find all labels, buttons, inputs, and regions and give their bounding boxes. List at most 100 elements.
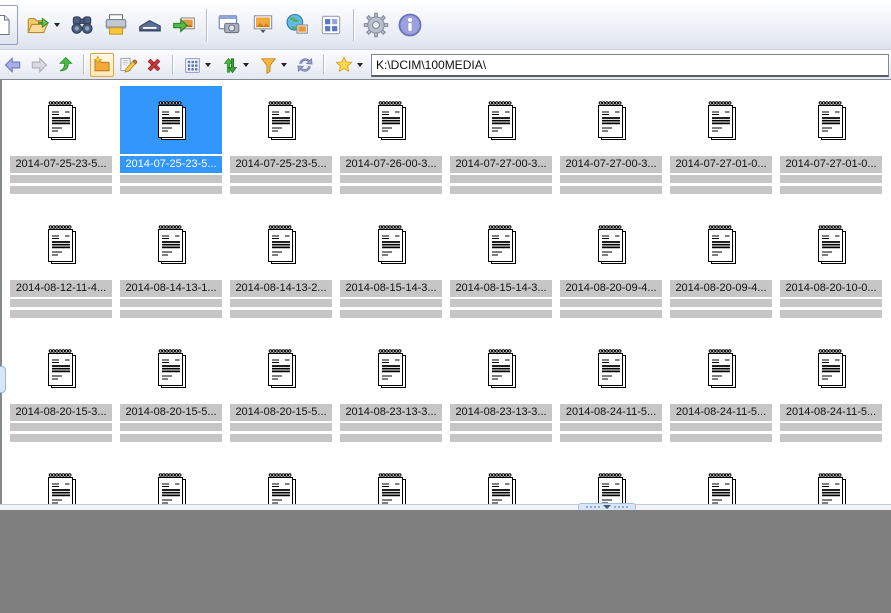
- notepad-file-icon: [268, 473, 296, 504]
- filter-dropdown[interactable]: [281, 63, 287, 67]
- rename-button[interactable]: [116, 53, 140, 77]
- left-splitter-handle[interactable]: [0, 366, 6, 393]
- file-item[interactable]: [6, 458, 116, 504]
- file-item[interactable]: 2014-08-20-15-5...: [226, 334, 336, 458]
- settings-button[interactable]: [360, 5, 392, 45]
- notepad-file-icon: [488, 225, 516, 264]
- file-item[interactable]: 2014-07-27-01-0...: [666, 86, 776, 210]
- file-item[interactable]: 2014-08-14-13-2...: [226, 210, 336, 334]
- file-item[interactable]: 2014-08-15-14-3...: [446, 210, 556, 334]
- find-button[interactable]: [66, 5, 98, 45]
- file-item[interactable]: 2014-08-20-10-0...: [776, 210, 886, 334]
- forward-button[interactable]: [27, 53, 51, 77]
- file-item[interactable]: [336, 458, 446, 504]
- file-name: 2014-07-27-00-3...: [450, 156, 552, 173]
- file-item[interactable]: [116, 458, 226, 504]
- notepad-file-icon: [598, 101, 626, 140]
- view-mode-dropdown[interactable]: [205, 63, 211, 67]
- notepad-file-icon: [818, 473, 846, 504]
- file-item[interactable]: [226, 458, 336, 504]
- file-meta-bar: [10, 186, 112, 194]
- screen-capture-button[interactable]: [213, 5, 245, 45]
- file-item[interactable]: 2014-08-23-13-3...: [336, 334, 446, 458]
- sort-dropdown[interactable]: [243, 63, 249, 67]
- file-item[interactable]: 2014-08-14-13-1...: [116, 210, 226, 334]
- slideshow-button[interactable]: [247, 5, 279, 45]
- notepad-file-icon: [818, 225, 846, 264]
- file-item[interactable]: 2014-07-25-23-5...: [6, 86, 116, 210]
- file-icon-area: [560, 210, 662, 278]
- file-item[interactable]: [666, 458, 776, 504]
- file-meta-bar: [670, 175, 772, 183]
- file-icon-area: [780, 458, 882, 504]
- file-name: 2014-08-15-14-3...: [450, 280, 552, 297]
- notepad-file-icon: [598, 225, 626, 264]
- file-item[interactable]: [556, 458, 666, 504]
- file-meta-bar: [10, 299, 112, 307]
- file-item[interactable]: 2014-08-23-13-3...: [446, 334, 556, 458]
- notepad-file-icon: [268, 349, 296, 388]
- back-button[interactable]: [1, 53, 25, 77]
- file-icon-area: [230, 334, 332, 402]
- file-item[interactable]: 2014-07-26-00-3...: [336, 86, 446, 210]
- file-item[interactable]: 2014-08-20-15-5...: [116, 334, 226, 458]
- file-item[interactable]: 2014-08-20-09-4...: [666, 210, 776, 334]
- file-item[interactable]: 2014-08-20-09-4...: [556, 210, 666, 334]
- file-item[interactable]: 2014-08-15-14-3...: [336, 210, 446, 334]
- refresh-button[interactable]: [293, 53, 317, 77]
- filter-button[interactable]: [255, 53, 291, 77]
- file-meta-bar: [10, 175, 112, 183]
- file-name: 2014-08-14-13-1...: [120, 280, 222, 297]
- view-mode-button[interactable]: [179, 53, 215, 77]
- file-icon-area: [10, 210, 112, 278]
- file-meta-bar: [230, 310, 332, 318]
- new-folder-button[interactable]: [90, 53, 114, 77]
- info-button[interactable]: [394, 5, 426, 45]
- notepad-file-icon: [708, 225, 736, 264]
- sort-button[interactable]: [217, 53, 253, 77]
- address-input[interactable]: [371, 53, 889, 77]
- file-item[interactable]: 2014-07-27-00-3...: [446, 86, 556, 210]
- scan-button[interactable]: [134, 5, 166, 45]
- convert-export-icon: [173, 16, 195, 33]
- file-item[interactable]: 2014-07-27-00-3...: [556, 86, 666, 210]
- file-meta-bar: [340, 423, 442, 431]
- file-item[interactable]: 2014-07-25-23-5...: [226, 86, 336, 210]
- file-item[interactable]: 2014-08-24-11-5...: [776, 334, 886, 458]
- file-item[interactable]: 2014-07-25-23-5...: [116, 86, 226, 210]
- thumbnail-pane[interactable]: 2014-07-25-23-5... 2014-07-25-23-5... 20…: [0, 79, 891, 504]
- file-name: 2014-07-27-01-0...: [780, 156, 882, 173]
- open-folder-button[interactable]: [20, 5, 64, 45]
- web-upload-button[interactable]: [281, 5, 313, 45]
- notepad-file-icon: [158, 349, 186, 388]
- open-folder-dropdown[interactable]: [53, 22, 60, 27]
- file-item[interactable]: 2014-08-12-11-4...: [6, 210, 116, 334]
- notepad-file-icon: [708, 473, 736, 504]
- file-item[interactable]: 2014-08-20-15-3...: [6, 334, 116, 458]
- file-icon-area: [120, 334, 222, 402]
- file-meta-bar: [230, 299, 332, 307]
- new-file-button[interactable]: [0, 4, 18, 45]
- file-item[interactable]: [446, 458, 556, 504]
- notepad-file-icon: [708, 349, 736, 388]
- file-icon-area: [120, 86, 222, 154]
- print-button[interactable]: [100, 5, 132, 45]
- screen-capture-icon: [218, 14, 240, 33]
- file-icon-area: [450, 210, 552, 278]
- file-item[interactable]: [776, 458, 886, 504]
- back-icon: [4, 57, 21, 73]
- up-button[interactable]: [53, 53, 77, 77]
- contact-sheet-button[interactable]: [315, 5, 347, 45]
- notepad-file-icon: [268, 225, 296, 264]
- notepad-file-icon: [158, 473, 186, 504]
- favorites-button[interactable]: [330, 53, 366, 77]
- file-meta-bar: [560, 423, 662, 431]
- file-name: 2014-08-20-09-4...: [670, 280, 772, 297]
- delete-button[interactable]: [142, 53, 166, 77]
- file-item[interactable]: 2014-08-24-11-5...: [556, 334, 666, 458]
- file-item[interactable]: 2014-08-24-11-5...: [666, 334, 776, 458]
- file-item[interactable]: 2014-07-27-01-0...: [776, 86, 886, 210]
- notepad-file-icon: [48, 101, 76, 140]
- convert-export-button[interactable]: [168, 5, 200, 45]
- favorites-dropdown[interactable]: [356, 63, 363, 67]
